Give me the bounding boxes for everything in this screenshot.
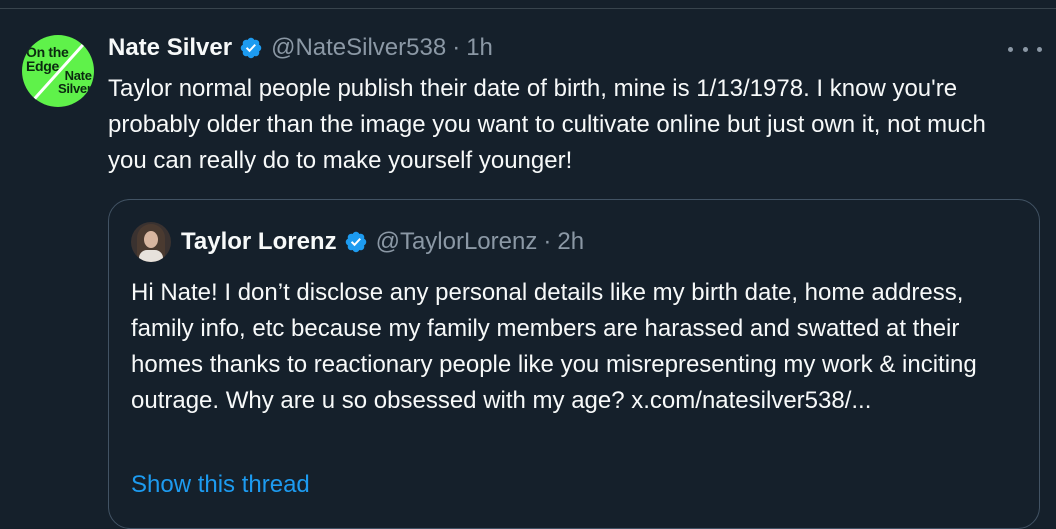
quoted-tweet-header: Taylor Lorenz @TaylorLorenz · 2h xyxy=(131,220,584,264)
author-name[interactable]: Nate Silver xyxy=(108,34,232,62)
separator-dot: · xyxy=(452,34,461,61)
tweet-time[interactable]: 1h xyxy=(466,34,493,62)
quoted-author-avatar[interactable] xyxy=(131,222,171,262)
show-thread-link[interactable]: Show this thread xyxy=(131,467,310,503)
verified-badge-icon[interactable] xyxy=(344,230,368,254)
quoted-tweet-text: Hi Nate! I don’t disclose any personal d… xyxy=(131,275,1021,419)
tweet[interactable]: On the Edge Nate Silver Nate Silver @NateS… xyxy=(0,9,1056,529)
separator-dot: · xyxy=(543,228,552,255)
more-dot xyxy=(1037,46,1042,52)
avatar-shirt xyxy=(139,250,163,262)
quoted-author-name[interactable]: Taylor Lorenz xyxy=(181,228,337,256)
verified-badge-icon[interactable] xyxy=(239,36,263,60)
tweet-text: Taylor normal people publish their date … xyxy=(108,75,986,174)
more-dot xyxy=(1008,46,1013,52)
author-handle[interactable]: @NateSilver538 xyxy=(271,34,446,62)
more-options-icon[interactable] xyxy=(1008,37,1042,61)
tweet-header: Nate Silver @NateSilver538 · 1h xyxy=(108,33,493,63)
quoted-tweet[interactable]: Taylor Lorenz @TaylorLorenz · 2h Hi Nate… xyxy=(108,199,1040,529)
top-divider xyxy=(0,0,1056,9)
author-avatar[interactable]: On the Edge Nate Silver xyxy=(22,35,94,107)
quoted-author-handle[interactable]: @TaylorLorenz xyxy=(376,228,538,256)
quoted-tweet-link[interactable]: x.com/natesilver538/... xyxy=(631,387,871,414)
more-dot xyxy=(1022,46,1028,52)
avatar-text-bottom: Nate Silver xyxy=(58,68,92,96)
quoted-tweet-time[interactable]: 2h xyxy=(557,228,584,256)
avatar-face xyxy=(144,231,158,248)
